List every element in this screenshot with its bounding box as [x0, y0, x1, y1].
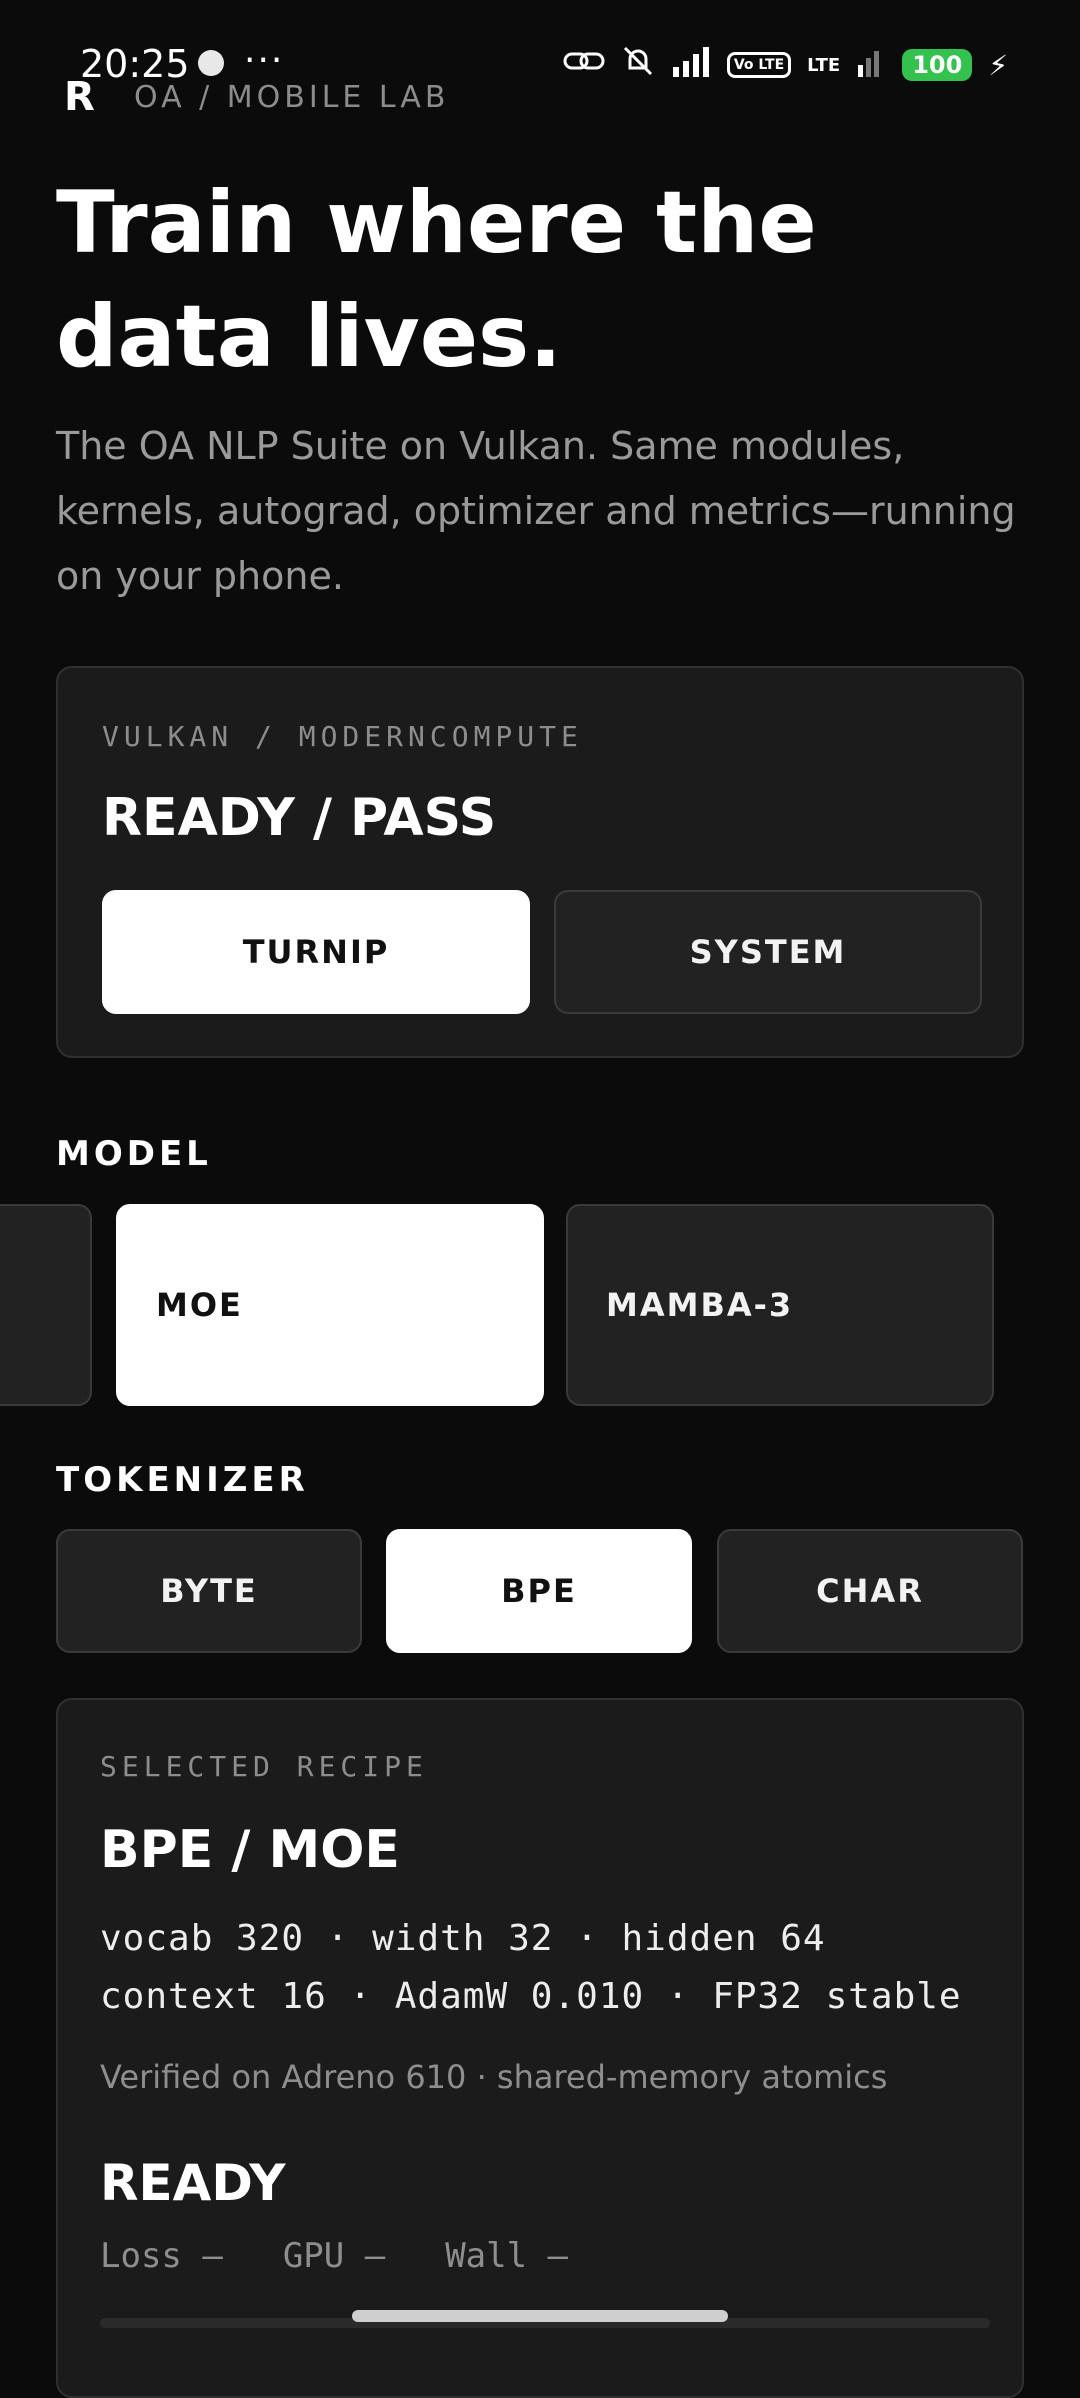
system-button[interactable]: SYSTEM [554, 890, 982, 1014]
charging-icon: ⚡ [988, 48, 1008, 82]
verified-note: Verified on Adreno 610 · shared-memory a… [100, 2058, 888, 2096]
run-state: READY [100, 2154, 286, 2212]
metrics-row: Loss – GPU – Wall – [100, 2236, 568, 2276]
backend-kicker: VULKAN / MODERNCOMPUTE [102, 720, 583, 753]
recipe-title: BPE / MOE [100, 1820, 400, 1880]
signal-icon [671, 45, 711, 85]
volte-icon: Vo LTE [726, 52, 792, 78]
tokenizer-byte-button[interactable]: BYTE [56, 1529, 362, 1653]
battery-icon: 100 [902, 49, 973, 81]
turnip-button[interactable]: TURNIP [102, 890, 530, 1014]
model-option-partial[interactable] [0, 1204, 92, 1406]
status-icons: Vo LTE LTE 100 ⚡ [563, 44, 1008, 86]
mute-icon [621, 44, 655, 86]
page-title: Train where the data lives. [56, 173, 817, 387]
lte-signal-icon: LTE [807, 54, 841, 76]
recipe-card [56, 1698, 1024, 2398]
notification-dot-icon [198, 50, 224, 76]
tokenizer-char-button[interactable]: CHAR [717, 1529, 1023, 1653]
logo: R [64, 74, 95, 120]
tokenizer-bpe-button[interactable]: BPE [386, 1529, 692, 1653]
wall-metric: Wall – [445, 2236, 569, 2276]
more-notifications-icon: ··· [244, 40, 285, 81]
recipe-kicker: SELECTED RECIPE [100, 1750, 428, 1783]
recipe-spec-line1: vocab 320 · width 32 · hidden 64 [100, 1918, 826, 1959]
backend-card: VULKAN / MODERNCOMPUTE READY / PASS TURN… [56, 666, 1024, 1058]
model-option-mamba3[interactable]: MAMBA-3 [566, 1204, 994, 1406]
model-option-moe[interactable]: MOE [116, 1204, 544, 1406]
loss-metric: Loss – [100, 2236, 223, 2276]
model-section-label: MODEL [56, 1134, 212, 1174]
signal-weak-icon [856, 45, 886, 85]
tokenizer-section-label: TOKENIZER [56, 1460, 309, 1500]
backend-status: READY / PASS [102, 788, 497, 848]
link-icon [563, 46, 605, 84]
home-indicator[interactable] [352, 2310, 728, 2322]
gpu-metric: GPU – [282, 2236, 386, 2276]
recipe-spec-line2: context 16 · AdamW 0.010 · FP32 stable [100, 1976, 962, 2017]
page-description: The OA NLP Suite on Vulkan. Same modules… [56, 424, 1016, 598]
breadcrumb: OA / MOBILE LAB [134, 80, 450, 115]
